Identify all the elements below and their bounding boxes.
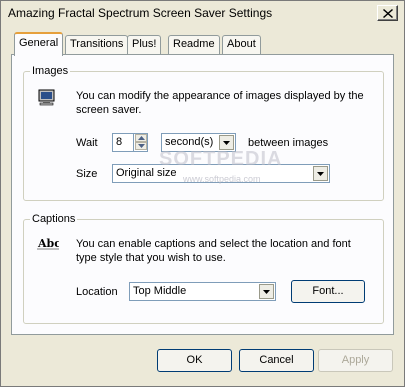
general-tab-panel: Images You can modify the appearance of … <box>11 54 394 335</box>
ok-button-label: OK <box>186 354 203 366</box>
tab-transitions-label: Transitions <box>70 38 124 50</box>
tab-readme[interactable]: Readme <box>168 35 220 54</box>
captions-group-legend: Captions <box>30 213 78 225</box>
location-value: Top Middle <box>133 285 187 297</box>
wait-unit-value: second(s) <box>165 136 214 148</box>
apply-button[interactable]: Apply <box>318 349 393 372</box>
font-button-label: Font... <box>312 285 344 297</box>
tab-plus-label: Plus! <box>132 38 157 50</box>
wait-input[interactable]: 8 <box>112 133 134 152</box>
tab-transitions[interactable]: Transitions <box>65 35 129 54</box>
close-button[interactable] <box>377 5 398 21</box>
monitor-icon <box>38 89 55 106</box>
size-label: Size <box>76 168 98 180</box>
captions-description: You can enable captions and select the l… <box>76 238 351 264</box>
wait-label: Wait <box>76 137 98 149</box>
apply-button-label: Apply <box>341 354 370 366</box>
tab-general[interactable]: General <box>14 32 64 56</box>
watermark-text: SOFTPEDIA <box>159 148 283 170</box>
wait-value: 8 <box>116 136 123 148</box>
settings-dialog: Amazing Fractal Spectrum Screen Saver Se… <box>0 0 405 387</box>
font-button[interactable]: Font... <box>291 280 365 303</box>
tab-plus[interactable]: Plus! <box>127 35 162 54</box>
location-dropdown-button[interactable] <box>259 284 274 299</box>
ok-button[interactable]: OK <box>157 349 232 372</box>
captions-group: Captions Abc You can enable captions and… <box>23 213 384 324</box>
arrow-down-icon <box>138 144 145 148</box>
tab-about[interactable]: About <box>222 35 261 54</box>
text-abc-icon: Abc <box>37 237 59 250</box>
spin-up-button[interactable] <box>135 134 147 142</box>
tab-general-label: General <box>19 37 59 49</box>
chevron-down-icon <box>223 141 230 145</box>
svg-text:Abc: Abc <box>37 237 59 250</box>
images-group-legend: Images <box>30 65 71 77</box>
close-icon <box>383 9 393 18</box>
tab-about-label: About <box>227 38 256 50</box>
spin-down-button[interactable] <box>135 142 147 150</box>
window-title: Amazing Fractal Spectrum Screen Saver Se… <box>8 6 273 20</box>
cancel-button-label: Cancel <box>259 354 294 366</box>
tab-readme-label: Readme <box>173 38 215 50</box>
location-label: Location <box>76 286 118 298</box>
arrow-up-icon <box>138 136 145 140</box>
watermark-url: www.softpedia.com <box>183 174 261 184</box>
chevron-down-icon <box>263 290 270 294</box>
chevron-down-icon <box>317 172 324 176</box>
wait-spinner[interactable] <box>133 133 148 152</box>
location-select[interactable]: Top Middle <box>129 282 276 301</box>
images-description: You can modify the appearance of images … <box>76 90 364 116</box>
title-bar[interactable]: Amazing Fractal Spectrum Screen Saver Se… <box>1 1 404 25</box>
cancel-button[interactable]: Cancel <box>239 349 314 372</box>
size-dropdown-button[interactable] <box>313 166 328 181</box>
